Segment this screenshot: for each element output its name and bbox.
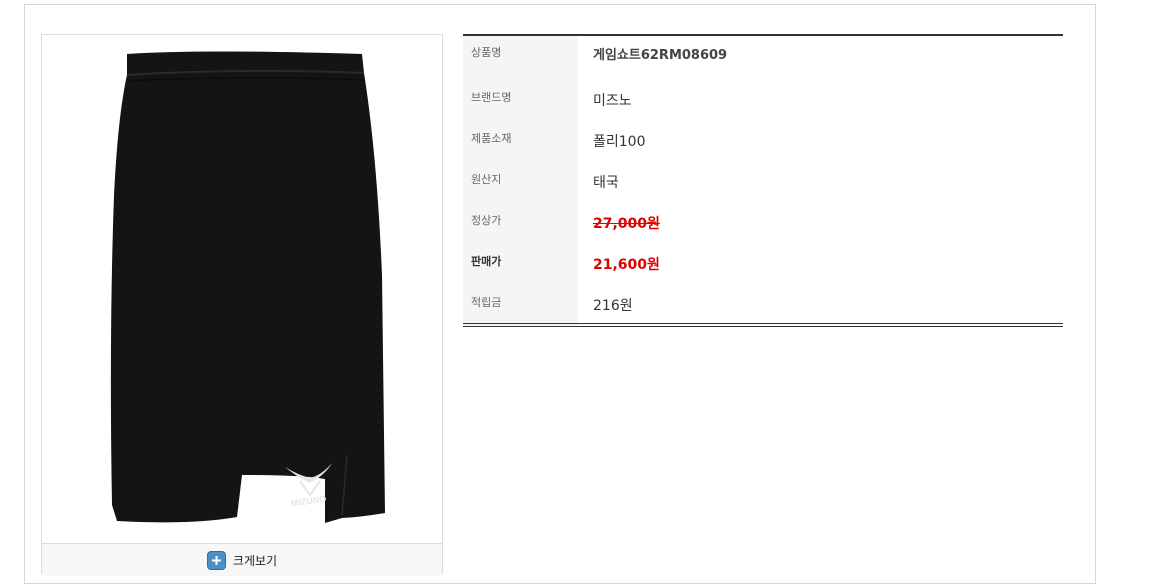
shorts-image: MIZUNO — [110, 51, 385, 523]
zoom-label: 크게보기 — [232, 553, 278, 568]
info-label-material: 제품소재 — [463, 122, 578, 163]
product-name: 게임쇼트62RM08609 — [593, 48, 728, 63]
sale-price-value: 21,600원 — [593, 257, 660, 273]
info-row-origin: 원산지 태국 — [463, 163, 1063, 204]
info-label-sale-price: 판매가 — [463, 245, 578, 286]
plus-icon — [206, 550, 226, 570]
material-value: 폴리100 — [593, 134, 646, 150]
info-row-name: 상품명 게임쇼트62RM08609 — [463, 36, 1063, 81]
info-row-list-price: 정상가 27,000원 — [463, 204, 1063, 245]
info-label-origin: 원산지 — [463, 163, 578, 204]
product-info-table: 상품명 게임쇼트62RM08609 브랜드명 미즈노 제품소재 폴리100 원산… — [463, 34, 1063, 326]
list-price-value: 27,000원 — [593, 216, 660, 232]
zoom-button[interactable]: 크게보기 — [42, 543, 442, 576]
info-label-list-price: 정상가 — [463, 204, 578, 245]
info-row-sale-price: 판매가 21,600원 — [463, 245, 1063, 286]
info-table-bottom-border — [463, 323, 1063, 327]
info-row-material: 제품소재 폴리100 — [463, 122, 1063, 163]
info-label-points: 적립금 — [463, 286, 578, 326]
info-label-name: 상품명 — [463, 36, 578, 81]
product-image[interactable]: MIZUNO — [42, 35, 442, 543]
brand-logo-text: MIZUNO — [290, 494, 327, 509]
points-value: 216원 — [593, 298, 633, 314]
info-row-brand: 브랜드명 미즈노 — [463, 81, 1063, 122]
info-row-points: 적립금 216원 — [463, 286, 1063, 326]
brand-value: 미즈노 — [593, 93, 632, 109]
product-image-box: MIZUNO 크게보기 — [41, 34, 443, 576]
info-label-brand: 브랜드명 — [463, 81, 578, 122]
origin-value: 태국 — [593, 175, 619, 191]
